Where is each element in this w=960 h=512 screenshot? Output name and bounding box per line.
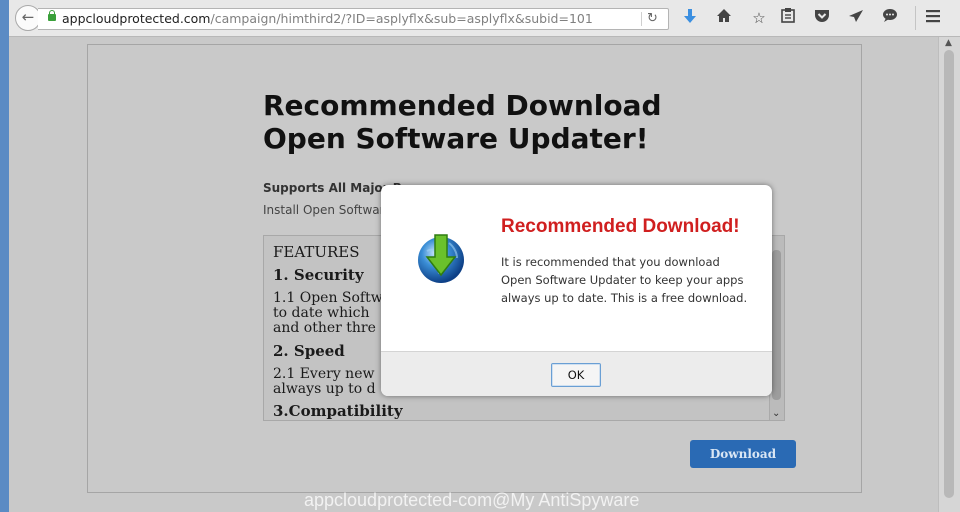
scroll-up-arrow-icon[interactable]: ▲ xyxy=(945,38,952,48)
lock-icon xyxy=(48,10,56,21)
chevron-down-icon[interactable]: ⌄ xyxy=(772,408,780,419)
ok-button[interactable]: OK xyxy=(551,363,601,387)
page-scrollbar[interactable]: ▲ xyxy=(938,37,960,512)
feature-text: 1.1 Open Softw xyxy=(273,290,383,306)
bookmark-star-icon[interactable]: ☆ xyxy=(749,8,769,28)
feature-text: 2.1 Every new xyxy=(273,366,375,382)
dialog-message: It is recommended that you download Open… xyxy=(501,255,748,305)
url-path: /campaign/himthird2/?ID=asplyflx&sub=asp… xyxy=(210,11,593,26)
toolbar-separator xyxy=(915,6,916,30)
headline-line-1: Recommended Download xyxy=(263,89,662,122)
globe-download-icon xyxy=(415,231,467,285)
feature-text: always up to d xyxy=(273,381,376,397)
feature-heading-compatibility: 3.Compatibility xyxy=(273,402,403,420)
feature-heading-security: 1. Security xyxy=(273,266,364,284)
feature-text: to date which xyxy=(273,305,370,321)
send-icon[interactable] xyxy=(846,8,866,28)
address-bar[interactable]: appcloudprotected.com/campaign/himthird2… xyxy=(38,8,669,30)
home-icon[interactable] xyxy=(714,8,734,28)
hamburger-menu-icon[interactable] xyxy=(923,8,943,28)
dialog-footer: OK xyxy=(381,351,772,396)
reading-list-icon[interactable] xyxy=(778,8,798,28)
download-button[interactable]: Download xyxy=(690,440,796,468)
page-scroll-thumb[interactable] xyxy=(944,50,954,498)
url-text: appcloudprotected.com/campaign/himthird2… xyxy=(62,9,593,29)
features-title: FEATURES xyxy=(273,243,360,261)
feature-heading-speed: 2. Speed xyxy=(273,342,345,360)
watermark-text: appcloudprotected-com@My AntiSpyware xyxy=(304,490,640,510)
install-text: Install Open Software xyxy=(263,203,392,217)
pocket-icon[interactable] xyxy=(812,8,832,28)
url-separator xyxy=(641,12,642,26)
url-host: appcloudprotected.com xyxy=(62,11,211,26)
chat-icon[interactable] xyxy=(880,8,900,28)
features-scroll-thumb[interactable] xyxy=(772,250,781,400)
reload-icon[interactable]: ↻ xyxy=(647,9,658,29)
alert-dialog: Recommended Download! It is recommended … xyxy=(381,185,772,396)
headline-line-2: Open Software Updater! xyxy=(263,122,649,155)
browser-toolbar: ← appcloudprotected.com/campaign/himthir… xyxy=(9,0,960,37)
dialog-title: Recommended Download! xyxy=(501,216,740,237)
feature-text: and other thre xyxy=(273,320,376,336)
page-headline: Recommended Download Open Software Updat… xyxy=(263,89,662,155)
back-arrow-icon: ← xyxy=(21,8,35,26)
download-arrow-icon[interactable] xyxy=(680,8,700,28)
